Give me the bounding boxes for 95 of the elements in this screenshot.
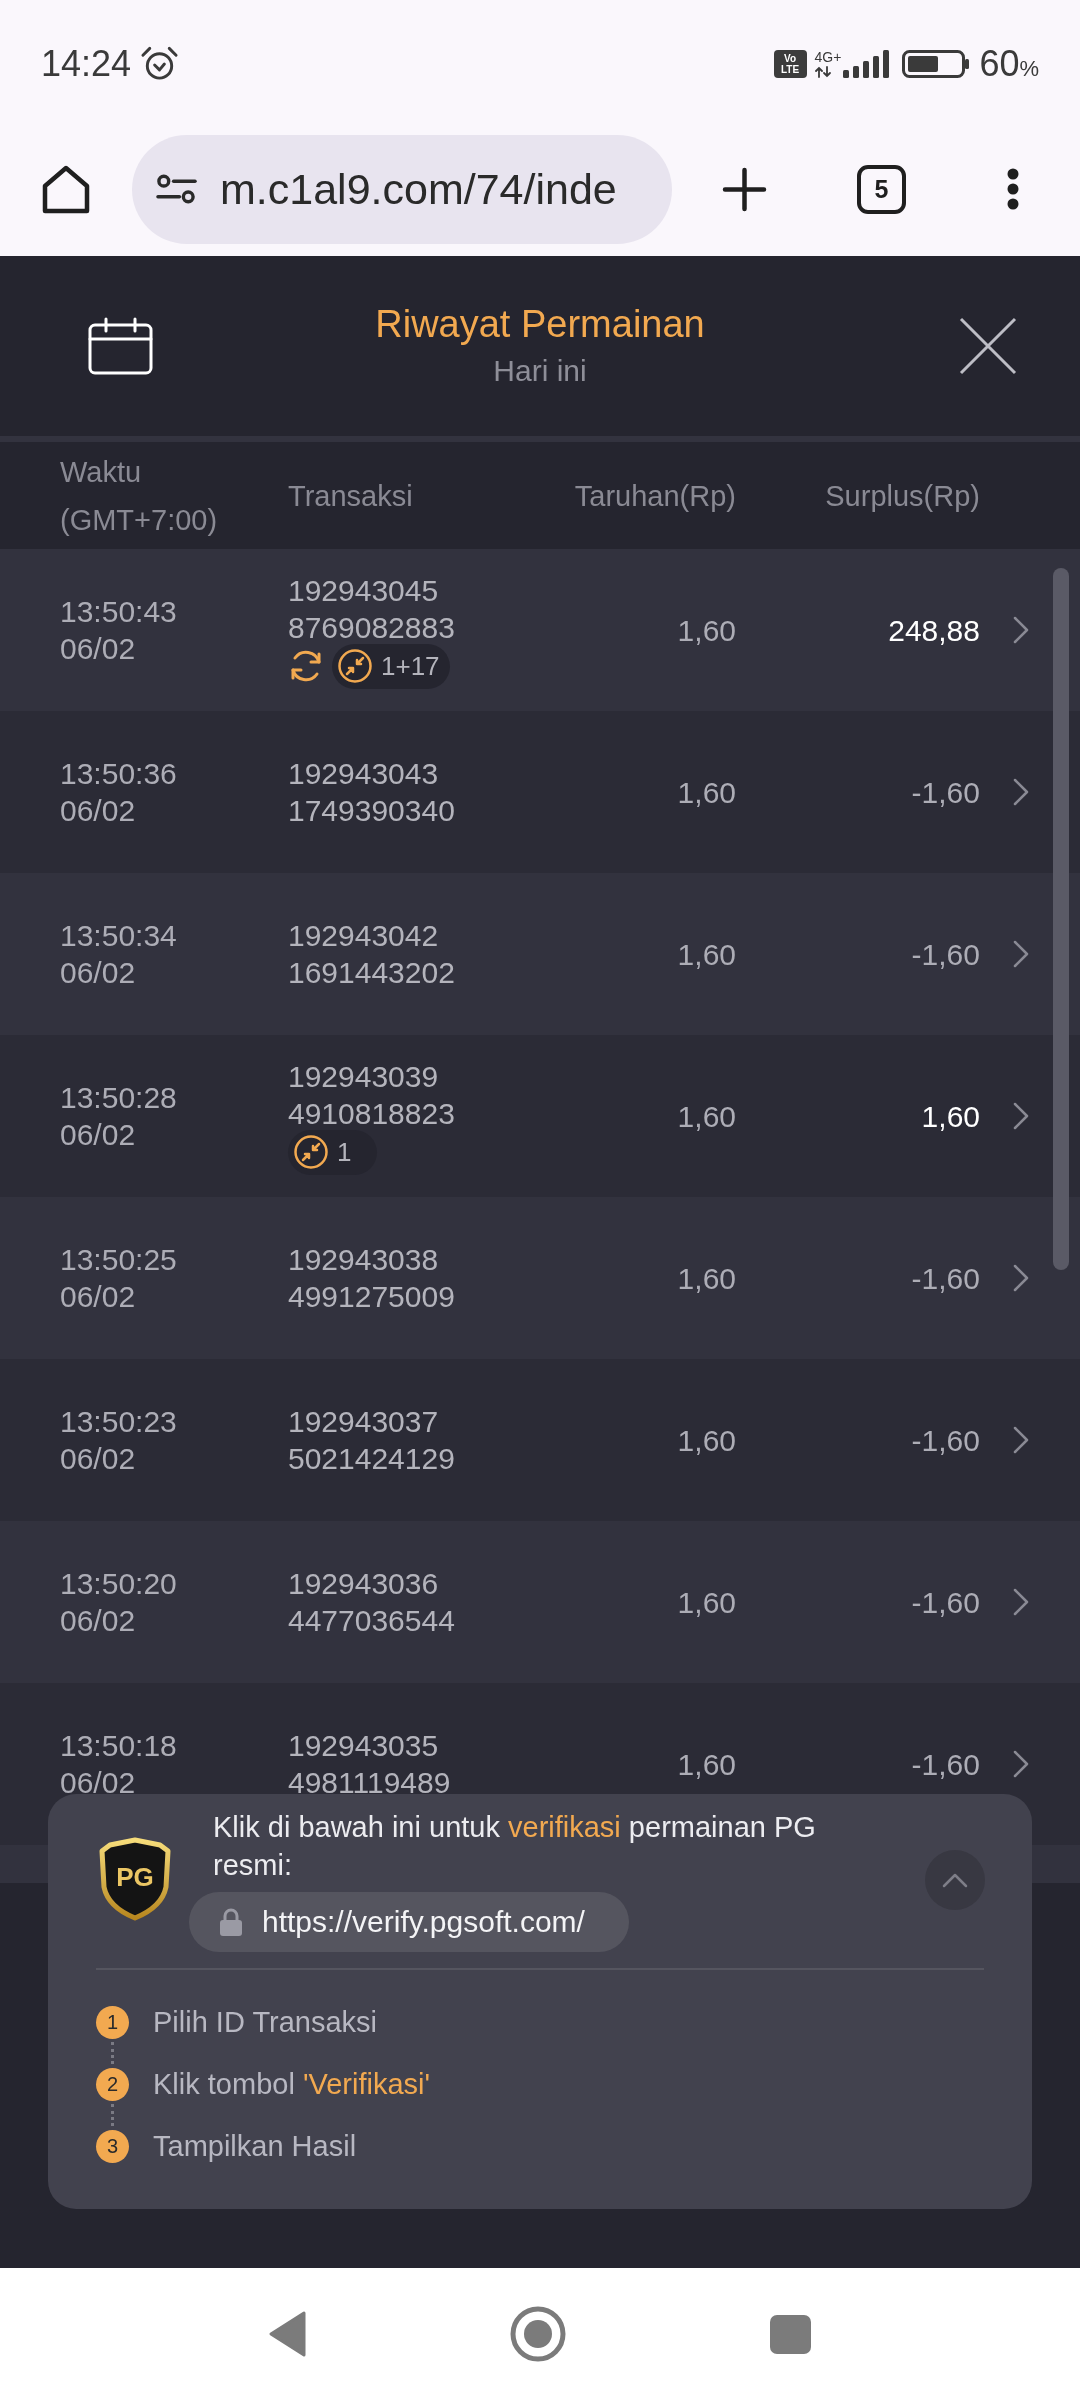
transaction-id: 192943035 4981119489 [288, 1728, 451, 1801]
date-text: 06/02 [60, 955, 136, 991]
recents-icon[interactable] [770, 2314, 811, 2354]
step-connector [111, 2104, 114, 2126]
table-row[interactable]: 13:50:28 06/02 192943039 4910818823 1 1,60 1,60 [0, 1035, 1080, 1197]
table-row[interactable]: 13:50:25 06/02 192943038 4991275009 1,60 -1,60 [0, 1197, 1080, 1359]
bet-amount: 1,60 [677, 1422, 736, 1459]
step-text: Pilih ID Transaksi [153, 2005, 377, 2040]
time-text: 13:50:23 [60, 1404, 177, 1440]
chevron-right-icon [1012, 1588, 1030, 1616]
time-text: 13:50:34 [60, 918, 177, 954]
table-row[interactable]: 13:50:36 06/02 192943043 1749390340 1,60 -1,60 [0, 711, 1080, 873]
step-number: 1 [96, 2005, 129, 2039]
surplus-amount: -1,60 [911, 936, 980, 973]
bet-amount: 1,60 [677, 612, 736, 649]
time-text: 13:50:36 [60, 756, 177, 792]
date-text: 06/02 [60, 793, 136, 829]
table-row[interactable]: 13:50:34 06/02 192943042 1691443202 1,60 -1,60 [0, 873, 1080, 1035]
date-text: 06/02 [60, 1603, 136, 1639]
chevron-right-icon [1012, 1102, 1030, 1130]
surplus-amount: -1,60 [911, 1584, 980, 1621]
surplus-amount: -1,60 [911, 1746, 980, 1783]
verify-link[interactable]: https://verify.pgsoft.com/ [189, 1892, 629, 1952]
transaction-id: 192943043 1749390340 [288, 756, 455, 829]
time-text: 13:50:28 [60, 1080, 177, 1116]
step-number: 3 [96, 2129, 129, 2163]
battery-icon [902, 50, 971, 78]
surplus-amount: 248,88 [888, 612, 980, 649]
page-title: Riwayat Permainan [375, 302, 705, 347]
chevron-right-icon [1012, 1264, 1030, 1292]
battery-percent: 60% [979, 46, 1039, 82]
chevron-right-icon [1012, 1426, 1030, 1454]
more-options-icon[interactable] [1006, 168, 1020, 210]
logo: PG [98, 1837, 172, 1921]
surplus-amount: -1,60 [911, 1422, 980, 1459]
bet-amount: 1,60 [677, 1260, 736, 1297]
column-header: Transaksi [288, 478, 413, 514]
plus-icon[interactable] [722, 166, 767, 212]
transaction-id: 192943037 5021424129 [288, 1404, 455, 1477]
address-bar[interactable]: m.c1al9.com/74/inde [132, 134, 672, 244]
date-text: 06/02 [60, 1765, 136, 1801]
bet-amount: 1,60 [677, 1746, 736, 1783]
transaction-id: 192943036 4477036544 [288, 1566, 455, 1639]
bet-amount: 1,60 [677, 1098, 736, 1135]
column-header: Waktu (GMT+7:00) [60, 454, 219, 538]
chevron-right-icon [1012, 616, 1030, 644]
table-row[interactable]: 13:50:20 06/02 192943036 4477036544 1,60 -1,60 [0, 1521, 1080, 1683]
tab-count-button[interactable]: 5 [857, 164, 906, 214]
step-number: 2 [96, 2067, 129, 2101]
step-text: Tampilkan Hasil [153, 2129, 357, 2164]
alarm-clock-icon [140, 46, 180, 82]
data-arrows-icon [814, 66, 833, 78]
bet-amount: 1,60 [677, 936, 736, 973]
transaction-id: 192943042 1691443202 [288, 918, 455, 991]
site-settings-icon[interactable] [156, 173, 197, 205]
column-header: Surplus(Rp) [825, 478, 980, 514]
chevron-right-icon [1012, 940, 1030, 968]
chevron-right-icon [1012, 1750, 1030, 1778]
diagonal-arrows-icon [294, 1135, 328, 1169]
chevron-right-icon [1012, 778, 1030, 806]
network-type: 4G+ [814, 50, 842, 64]
back-icon[interactable] [269, 2311, 306, 2357]
signal-icon [843, 50, 890, 78]
time-text: 13:50:20 [60, 1566, 177, 1602]
step-text: Klik tombol 'Verifikasi' [153, 2067, 430, 2102]
diagonal-arrows-icon [338, 649, 372, 683]
time-text: 13:50:25 [60, 1242, 177, 1278]
date-text: 06/02 [60, 1279, 136, 1315]
count-label: 1+17 [381, 653, 440, 679]
date-text: 06/02 [60, 631, 136, 667]
chevron-up-icon [942, 1872, 968, 1888]
transaction-id: 192943038 4991275009 [288, 1242, 455, 1315]
column-header: Taruhan(Rp) [574, 478, 736, 514]
transaction-id: 192943039 4910818823 [288, 1058, 455, 1132]
time-text: 13:50:18 [60, 1728, 177, 1764]
surplus-amount: -1,60 [911, 1260, 980, 1297]
bet-amount: 1,60 [677, 1584, 736, 1621]
table-row[interactable]: 13:50:23 06/02 192943037 5021424129 1,60 -1,60 [0, 1359, 1080, 1521]
count-label: 1 [337, 1139, 352, 1165]
table-row[interactable]: 13:50:43 06/02 192943045 8769082883 1+17 1,60 248,88 [0, 549, 1080, 711]
bet-amount: 1,60 [677, 774, 736, 811]
transaction-id: 192943045 8769082883 [288, 572, 455, 646]
volte-badge: Vo LTE [773, 50, 807, 78]
surplus-amount: -1,60 [911, 774, 980, 811]
date-text: 06/02 [60, 1117, 136, 1153]
date-text: 06/02 [60, 1441, 136, 1477]
home-icon[interactable] [41, 164, 91, 214]
surplus-amount: 1,60 [921, 1098, 980, 1135]
lock-icon [220, 1908, 242, 1936]
close-icon[interactable] [959, 317, 1017, 375]
time-text: 13:50:43 [60, 594, 177, 630]
step-connector [111, 2042, 114, 2064]
calendar-icon[interactable] [88, 317, 153, 375]
clock-time: 14:24 [41, 46, 132, 82]
page-subtitle: Hari ini [493, 353, 587, 389]
